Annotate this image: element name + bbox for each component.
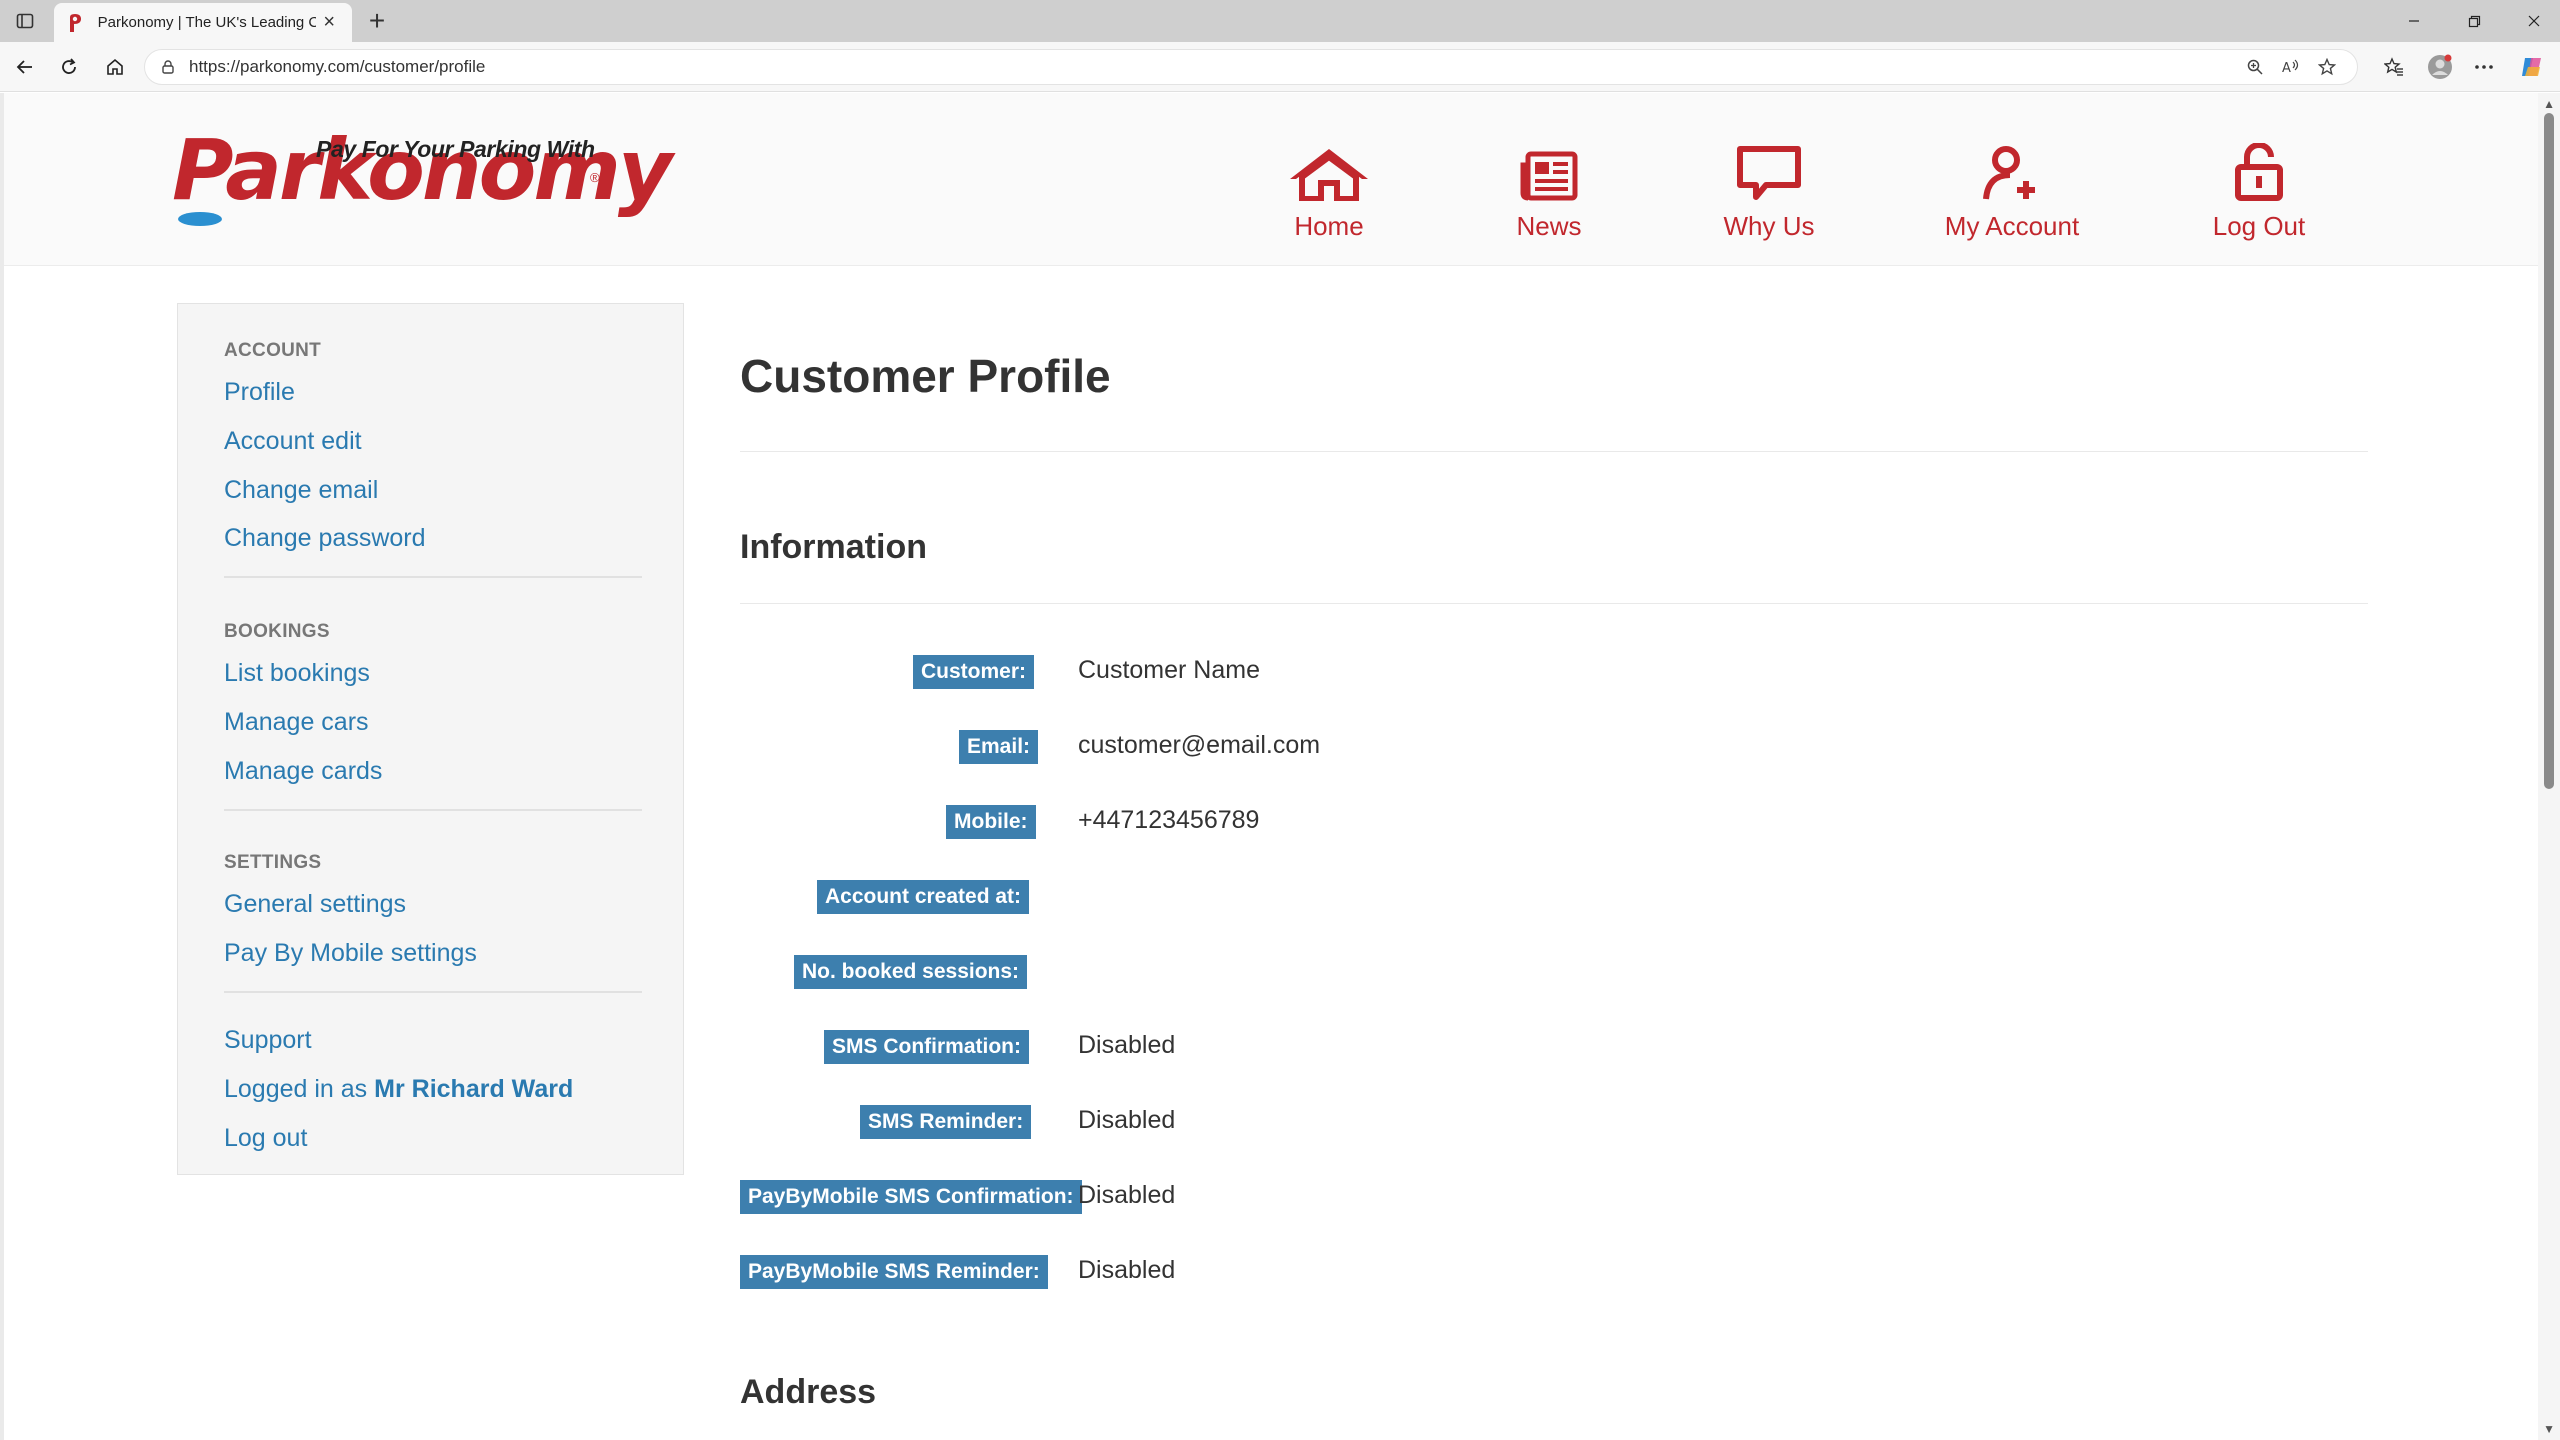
more-options-icon[interactable] <box>2466 50 2502 84</box>
new-tab-icon[interactable]: + <box>360 4 394 38</box>
field-value-customer: Customer Name <box>1078 656 1260 684</box>
unlock-icon <box>2234 141 2284 201</box>
field-label-paybymobile-sms-reminder: PayByMobile SMS Reminder: <box>740 1255 1048 1289</box>
sidebar-item-change-password[interactable]: Change password <box>224 524 426 553</box>
logo-registered-mark: ® <box>590 170 600 185</box>
house-icon <box>1286 141 1372 201</box>
field-label-mobile: Mobile: <box>946 805 1036 839</box>
favorite-star-icon[interactable] <box>2309 52 2345 82</box>
section-title-address: Address <box>740 1373 877 1411</box>
site-info-icon[interactable] <box>157 56 179 78</box>
nav-my-account[interactable]: My Account <box>1932 141 2092 251</box>
section-title-information: Information <box>740 528 927 566</box>
title-divider <box>740 451 2368 452</box>
read-aloud-icon[interactable]: A <box>2273 52 2309 82</box>
user-add-icon <box>1982 141 2042 201</box>
tab-title: Parkonomy | The UK's Leading Ca <box>97 14 317 31</box>
sidebar-item-log-out[interactable]: Log out <box>224 1124 307 1153</box>
sidebar-item-support[interactable]: Support <box>224 1026 312 1055</box>
sidebar-divider <box>224 991 642 993</box>
field-value-mobile: +447123456789 <box>1078 806 1260 834</box>
field-label-sms-reminder: SMS Reminder: <box>860 1105 1032 1139</box>
sidebar-item-manage-cards[interactable]: Manage cards <box>224 757 382 786</box>
favorites-icon[interactable] <box>2376 50 2412 84</box>
nav-why-us-label: Why Us <box>1723 211 1815 241</box>
nav-news-label: News <box>1516 211 1582 241</box>
nav-home[interactable]: Home <box>1274 141 1384 251</box>
site-header: Parkonomy Pay For Your Parking With ® Ho… <box>4 93 2538 266</box>
logged-in-prefix: Logged in as <box>224 1075 368 1103</box>
field-label-paybymobile-sms-confirmation: PayByMobile SMS Confirmation: <box>740 1180 1082 1214</box>
nav-news[interactable]: News <box>1494 141 1604 251</box>
close-window-icon[interactable] <box>2504 0 2560 42</box>
nav-home-label: Home <box>1294 211 1364 241</box>
url-text[interactable]: https://parkonomy.com/customer/profile <box>189 57 2237 77</box>
address-bar[interactable]: https://parkonomy.com/customer/profile A <box>144 49 2358 85</box>
scroll-down-arrow-icon[interactable]: ▼ <box>2543 1422 2555 1436</box>
field-value-sms-confirmation: Disabled <box>1078 1031 1176 1059</box>
scroll-up-arrow-icon[interactable]: ▲ <box>2543 97 2555 111</box>
zoom-icon[interactable] <box>2237 52 2273 82</box>
sidebar-heading-account: ACCOUNT <box>224 340 322 361</box>
profile-avatar-icon[interactable] <box>2422 50 2458 84</box>
copilot-icon[interactable] <box>2514 50 2550 84</box>
newspaper-icon <box>1520 141 1578 201</box>
field-label-booked-sessions: No. booked sessions: <box>794 955 1028 989</box>
field-label-sms-confirmation: SMS Confirmation: <box>824 1030 1029 1064</box>
logo-tagline: Pay For Your Parking With <box>316 136 595 162</box>
sidebar-divider <box>224 576 642 578</box>
field-label-email: Email: <box>959 730 1039 764</box>
sidebar-item-pay-by-mobile-settings[interactable]: Pay By Mobile settings <box>224 939 477 968</box>
speech-bubble-icon <box>1736 141 1802 201</box>
nav-log-out[interactable]: Log Out <box>2194 141 2324 251</box>
back-arrow-icon[interactable] <box>8 50 42 84</box>
browser-tab[interactable]: Parkonomy | The UK's Leading Ca × <box>54 3 352 42</box>
sidebar-item-profile[interactable]: Profile <box>224 378 295 407</box>
section-divider <box>740 603 2368 604</box>
nav-why-us[interactable]: Why Us <box>1704 141 1834 251</box>
sidebar-heading-bookings: BOOKINGS <box>224 621 330 642</box>
browser-toolbar: https://parkonomy.com/customer/profile A <box>0 42 2560 92</box>
sidebar-item-list-bookings[interactable]: List bookings <box>224 659 370 688</box>
tab-actions-icon[interactable] <box>8 4 42 38</box>
page-viewport: Parkonomy Pay For Your Parking With ® Ho… <box>0 93 2560 1440</box>
nav-my-account-label: My Account <box>1944 211 2080 241</box>
minimize-icon[interactable] <box>2384 0 2444 42</box>
parkonomy-logo[interactable]: Parkonomy Pay For Your Parking With ® <box>172 108 673 232</box>
field-label-account-created: Account created at: <box>817 880 1030 914</box>
scrollbar-thumb[interactable] <box>2544 113 2554 789</box>
close-tab-icon[interactable]: × <box>316 10 342 36</box>
sidebar-item-general-settings[interactable]: General settings <box>224 890 406 919</box>
field-value-paybymobile-sms-confirmation: Disabled <box>1078 1181 1176 1209</box>
sidebar-divider <box>224 809 642 811</box>
page-title: Customer Profile <box>740 350 1111 402</box>
parkonomy-favicon-icon <box>64 12 86 34</box>
sidebar-item-account-edit[interactable]: Account edit <box>224 427 362 456</box>
field-label-customer: Customer: <box>913 655 1035 689</box>
page-scrollbar[interactable]: ▲ ▼ <box>2538 93 2560 1440</box>
field-value-email: customer@email.com <box>1078 731 1321 759</box>
browser-tab-strip: Parkonomy | The UK's Leading Ca × + <box>0 0 2560 42</box>
svg-text:A: A <box>2282 61 2291 76</box>
field-value-paybymobile-sms-reminder: Disabled <box>1078 1256 1176 1284</box>
reload-icon[interactable] <box>52 50 86 84</box>
nav-log-out-label: Log Out <box>2212 211 2306 241</box>
sidebar-item-change-email[interactable]: Change email <box>224 476 378 505</box>
logged-in-user[interactable]: Mr Richard Ward <box>374 1075 573 1103</box>
account-sidebar: ACCOUNT Profile Account edit Change emai… <box>177 303 684 1175</box>
sidebar-heading-settings: SETTINGS <box>224 852 322 873</box>
browser-home-icon[interactable] <box>98 50 132 84</box>
sidebar-logged-in[interactable]: Logged in as Mr Richard Ward <box>224 1075 573 1104</box>
sidebar-item-manage-cars[interactable]: Manage cars <box>224 708 369 737</box>
restore-icon[interactable] <box>2444 0 2504 42</box>
field-value-sms-reminder: Disabled <box>1078 1106 1176 1134</box>
